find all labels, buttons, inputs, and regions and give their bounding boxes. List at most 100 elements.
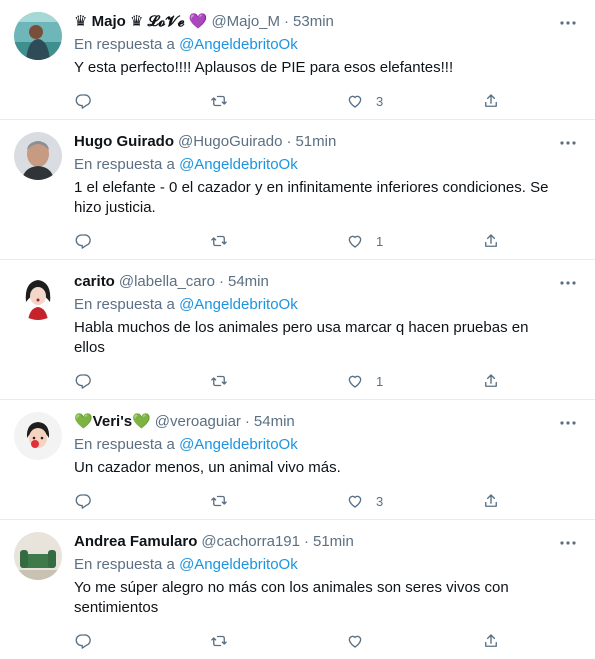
tweet[interactable]: ♛ Majo ♛ 𝓛𝓸𝓥𝓮 💜 @Majo_M · 53min En respu… <box>0 0 595 120</box>
tweet[interactable]: carito @labella_caro · 54min En respuest… <box>0 260 595 400</box>
tweet-actions: 1 <box>74 363 504 399</box>
reply-button[interactable] <box>74 232 144 250</box>
retweet-button[interactable] <box>210 92 280 110</box>
heart-icon <box>348 235 362 248</box>
like-count: 3 <box>376 493 384 509</box>
retweet-button[interactable] <box>210 632 280 650</box>
display-name[interactable]: Andrea Famularo <box>74 532 197 552</box>
tweet-text: Y esta perfecto!!!! Aplausos de PIE para… <box>74 59 454 76</box>
more-icon[interactable] <box>557 534 579 552</box>
separator-dot: · <box>304 533 309 550</box>
display-name[interactable]: carito <box>74 272 115 292</box>
retweet-icon <box>211 235 227 247</box>
tweet[interactable]: Andrea Famularo @cachorra191 · 51min En … <box>0 520 595 659</box>
reply-button[interactable] <box>74 492 144 510</box>
heart-icon <box>348 635 362 648</box>
more-icon[interactable] <box>557 14 579 32</box>
retweet-button[interactable] <box>210 372 280 390</box>
like-button[interactable]: 3 <box>346 492 416 510</box>
reply-prefix: En respuesta a <box>74 436 175 453</box>
reply-feed: ♛ Majo ♛ 𝓛𝓸𝓥𝓮 💜 @Majo_M · 53min En respu… <box>0 0 595 659</box>
reply-context: En respuesta a @AngeldebritoOk <box>74 155 579 175</box>
reply-context: En respuesta a @AngeldebritoOk <box>74 435 579 455</box>
share-icon <box>485 494 497 507</box>
reply-context: En respuesta a @AngeldebritoOk <box>74 35 579 55</box>
separator-dot: · <box>284 13 290 30</box>
avatar[interactable] <box>14 532 62 580</box>
share-button[interactable] <box>482 92 504 110</box>
retweet-icon <box>211 495 227 507</box>
reply-button[interactable] <box>74 632 144 650</box>
user-handle[interactable]: @Majo_M <box>211 12 280 32</box>
tweet-text: 1 el elefante - 0 el cazador y en infini… <box>74 179 549 216</box>
display-name[interactable]: 💚Veri's💚 <box>74 412 151 432</box>
tweet-header: Andrea Famularo @cachorra191 · 51min <box>74 532 579 552</box>
share-button[interactable] <box>482 232 504 250</box>
reply-to-link[interactable]: @AngeldebritoOk <box>179 556 298 573</box>
timestamp[interactable]: 53min <box>293 12 334 32</box>
reply-prefix: En respuesta a <box>74 296 175 313</box>
tweet-text: Yo me súper alegro no más con los animal… <box>74 579 509 616</box>
heart-icon <box>348 375 362 388</box>
separator-dot: · <box>218 273 224 290</box>
user-handle[interactable]: @HugoGuirado <box>178 132 282 152</box>
timestamp[interactable]: 54min <box>254 412 295 432</box>
tweet-header: Hugo Guirado @HugoGuirado · 51min <box>74 132 579 152</box>
avatar[interactable] <box>14 12 62 60</box>
tweet-header: ♛ Majo ♛ 𝓛𝓸𝓥𝓮 💜 @Majo_M · 53min <box>74 12 579 32</box>
reply-to-link[interactable]: @AngeldebritoOk <box>179 436 298 453</box>
reply-icon <box>75 494 91 509</box>
timestamp[interactable]: 54min <box>228 272 269 292</box>
avatar[interactable] <box>14 412 62 460</box>
reply-icon <box>75 374 91 389</box>
tweet-actions: 1 <box>74 223 504 259</box>
like-count: 3 <box>376 93 384 109</box>
tweet-header: carito @labella_caro · 54min <box>74 272 579 292</box>
share-button[interactable] <box>482 632 504 650</box>
user-handle[interactable]: @cachorra191 <box>201 532 300 552</box>
more-icon[interactable] <box>557 274 579 292</box>
tweet-actions <box>74 623 504 659</box>
share-icon <box>485 634 497 647</box>
reply-prefix: En respuesta a <box>74 36 175 53</box>
like-count: 1 <box>376 373 384 389</box>
heart-icon <box>348 495 362 508</box>
share-button[interactable] <box>482 492 504 510</box>
avatar[interactable] <box>14 272 62 320</box>
user-handle[interactable]: @veroaguiar <box>155 412 241 432</box>
retweet-icon <box>211 95 227 107</box>
retweet-button[interactable] <box>210 492 280 510</box>
tweet-header: 💚Veri's💚 @veroaguiar · 54min <box>74 412 579 432</box>
display-name[interactable]: Hugo Guirado <box>74 132 174 152</box>
more-icon[interactable] <box>557 414 579 432</box>
avatar[interactable] <box>14 132 62 180</box>
reply-icon <box>75 234 91 249</box>
tweet[interactable]: 💚Veri's💚 @veroaguiar · 54min En respuest… <box>0 400 595 520</box>
like-button[interactable]: 3 <box>346 92 416 110</box>
reply-to-link[interactable]: @AngeldebritoOk <box>179 296 298 313</box>
purple-heart-emoji: 💜 <box>188 13 208 30</box>
reply-button[interactable] <box>74 92 144 110</box>
retweet-button[interactable] <box>210 232 280 250</box>
tweet-actions: 3 <box>74 483 504 519</box>
reply-to-link[interactable]: @AngeldebritoOk <box>179 156 298 173</box>
like-button[interactable]: 1 <box>346 232 416 250</box>
share-icon <box>485 374 497 387</box>
share-icon <box>485 234 497 247</box>
share-button[interactable] <box>482 372 504 390</box>
tweet[interactable]: Hugo Guirado @HugoGuirado · 51min En res… <box>0 120 595 260</box>
like-count: 1 <box>376 233 384 249</box>
tweet-text: Un cazador menos, un animal vivo más. <box>74 459 341 476</box>
reply-context: En respuesta a @AngeldebritoOk <box>74 295 579 315</box>
more-icon[interactable] <box>557 134 579 152</box>
timestamp[interactable]: 51min <box>313 532 354 552</box>
display-name[interactable]: ♛ Majo ♛ 𝓛𝓸𝓥𝓮 💜 <box>74 12 207 32</box>
reply-prefix: En respuesta a <box>74 156 175 173</box>
like-button[interactable] <box>346 632 416 650</box>
reply-button[interactable] <box>74 372 144 390</box>
reply-prefix: En respuesta a <box>74 556 175 573</box>
reply-to-link[interactable]: @AngeldebritoOk <box>179 36 298 53</box>
timestamp[interactable]: 51min <box>295 132 336 152</box>
like-button[interactable]: 1 <box>346 372 416 390</box>
user-handle[interactable]: @labella_caro <box>119 272 215 292</box>
